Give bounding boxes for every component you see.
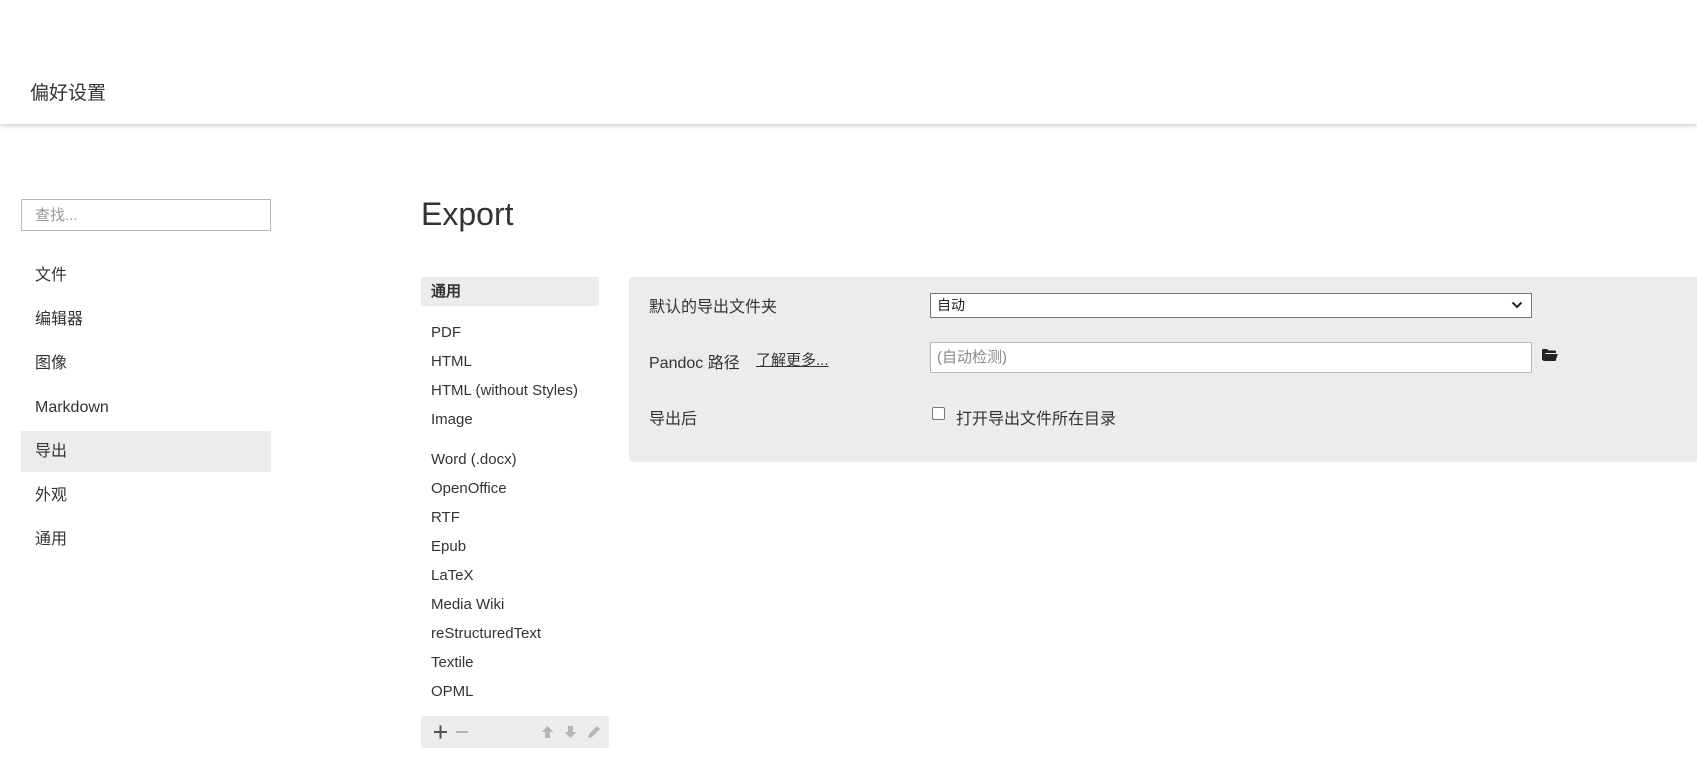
format-item-openoffice[interactable]: OpenOffice [421, 474, 599, 503]
format-item-restructuredtext[interactable]: reStructuredText [421, 619, 599, 648]
pandoc-path-label: Pandoc 路径 [649, 355, 740, 372]
format-item-opml[interactable]: OPML [421, 677, 599, 706]
format-list-toolbar [421, 716, 609, 748]
arrow-up-icon[interactable] [541, 722, 554, 742]
sidebar-item-general[interactable]: 通用 [21, 519, 271, 560]
sidebar-item-file[interactable]: 文件 [21, 255, 271, 296]
export-format-list: 通用 PDF HTML HTML (without Styles) Image … [421, 277, 599, 706]
window-header: 偏好设置 [0, 0, 1697, 125]
format-item-pdf[interactable]: PDF [421, 318, 599, 347]
after-export-label: 导出后 [649, 411, 698, 428]
format-item-general[interactable]: 通用 [421, 277, 599, 306]
format-item-html[interactable]: HTML [421, 347, 599, 376]
sidebar-item-appearance[interactable]: 外观 [21, 475, 271, 516]
page-header-title: 偏好设置 [30, 83, 107, 104]
default-folder-select[interactable]: 自动 [930, 293, 1532, 318]
arrow-down-icon[interactable] [564, 722, 577, 742]
format-item-textile[interactable]: Textile [421, 648, 599, 677]
pandoc-learn-more-link[interactable]: 了解更多... [756, 349, 829, 370]
pencil-icon[interactable] [587, 722, 601, 742]
format-item-rtf[interactable]: RTF [421, 503, 599, 532]
search-input[interactable] [21, 199, 271, 231]
sidebar-item-image[interactable]: 图像 [21, 343, 271, 384]
default-folder-label: 默认的导出文件夹 [649, 299, 778, 316]
format-item-mediawiki[interactable]: Media Wiki [421, 590, 599, 619]
format-item-html-no-styles[interactable]: HTML (without Styles) [421, 376, 599, 405]
folder-open-icon[interactable] [1542, 348, 1558, 367]
export-settings-panel: 默认的导出文件夹 自动 Pandoc 路径 了解更多... 导出后 打开导出文件… [629, 277, 1697, 462]
format-item-image[interactable]: Image [421, 405, 599, 434]
minus-icon[interactable] [456, 722, 468, 742]
format-item-latex[interactable]: LaTeX [421, 561, 599, 590]
chevron-down-icon [1511, 301, 1523, 309]
format-item-word[interactable]: Word (.docx) [421, 445, 599, 474]
page-title: Export [421, 196, 514, 232]
default-folder-select-value: 自动 [937, 297, 965, 313]
pandoc-path-input[interactable] [930, 342, 1532, 373]
plus-icon[interactable] [434, 722, 447, 742]
format-list-divider [421, 434, 599, 445]
format-item-epub[interactable]: Epub [421, 532, 599, 561]
sidebar-item-export[interactable]: 导出 [21, 431, 271, 472]
sidebar-item-markdown[interactable]: Markdown [21, 387, 271, 428]
sidebar-item-editor[interactable]: 编辑器 [21, 299, 271, 340]
open-folder-checkbox-label[interactable]: 打开导出文件所在目录 [956, 405, 1116, 429]
open-folder-checkbox[interactable] [932, 407, 945, 420]
sidebar-nav: 文件 编辑器 图像 Markdown 导出 外观 通用 [21, 255, 271, 563]
